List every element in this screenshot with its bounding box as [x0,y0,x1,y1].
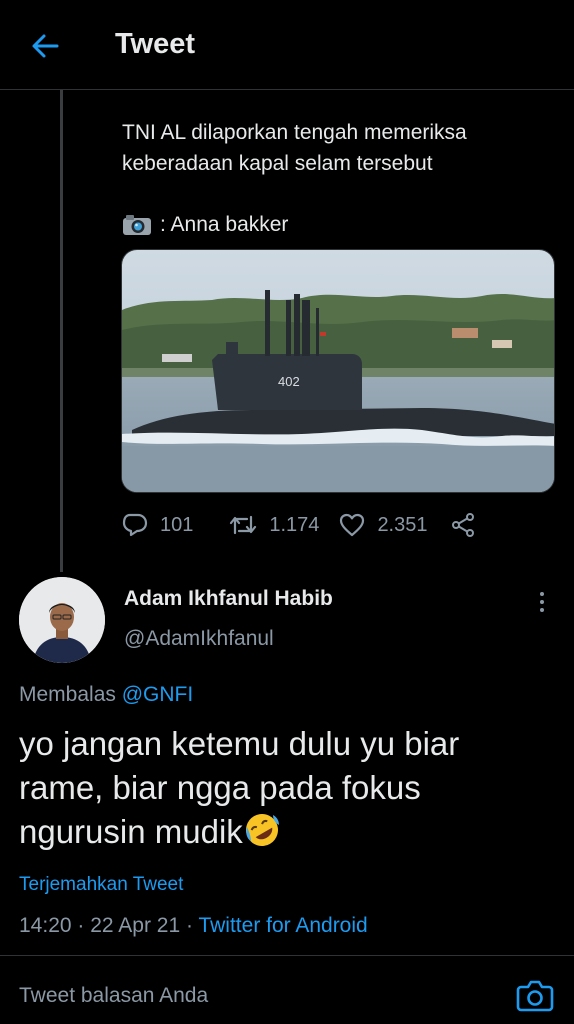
parent-tweet-text: TNI AL dilaporkan tengah memeriksa keber… [122,121,467,175]
camera-icon [516,980,554,1012]
replying-to-link[interactable]: @GNFI [122,683,193,706]
retweet-icon [230,515,257,535]
more-options-button[interactable] [530,590,554,614]
arrow-left-icon [32,34,59,58]
translate-tweet-link[interactable]: Terjemahkan Tweet [19,874,183,896]
page-title: Tweet [115,28,196,60]
tweet-date: 22 Apr 21 [90,914,181,937]
reply-action[interactable]: 101 [122,513,193,537]
hull-number-label: 402 [278,374,300,389]
retweet-action[interactable]: 1.174 [229,513,319,537]
reply-icon [122,513,148,537]
camera-button[interactable] [516,977,554,1013]
tweet-time: 14:20 [19,914,72,937]
camera-emoji-icon [122,214,152,236]
like-count: 2.351 [377,513,428,536]
replying-prefix: Membalas [19,683,116,706]
thread-connector-line [60,90,63,572]
parent-tweet-actions: 101 1.174 2.351 [122,508,476,542]
composer-divider [0,955,574,956]
more-vertical-icon [540,590,544,614]
tweet-metadata: 14:20 · 22 Apr 21 · Twitter for Android [19,914,368,938]
share-action[interactable] [450,513,476,537]
credit-text: : Anna bakker [160,213,289,236]
reply-composer-input[interactable]: Tweet balasan Anda [19,984,208,1008]
tweet-photo-submarine[interactable]: 402 [121,249,555,493]
author-display-name[interactable]: Adam Ikhfanul Habib [124,587,333,611]
parent-tweet-credit: : Anna bakker [122,210,288,240]
back-button[interactable] [28,30,62,62]
retweet-count: 1.174 [269,513,320,536]
tweet-source-link[interactable]: Twitter for Android [198,914,367,937]
replying-to-line: Membalas @GNFI [19,683,193,707]
heart-icon [340,513,365,537]
like-action[interactable]: 2.351 [339,513,428,537]
meta-separator: · [77,914,85,937]
reply-text-body: yo jangan ketemu dulu yu biar rame, biar… [19,725,460,850]
share-icon [451,513,474,537]
tweet-detail-screen: Tweet TNI AL dilaporkan tengah memeriksa… [0,0,574,1024]
avatar[interactable] [19,577,105,663]
reply-count: 101 [160,513,194,536]
rolling-on-floor-laughing-emoji [245,814,279,846]
top-bar: Tweet [0,0,574,90]
reply-tweet-text: yo jangan ketemu dulu yu biar rame, biar… [19,722,539,854]
meta-separator: · [186,914,193,937]
author-handle[interactable]: @AdamIkhfanul [124,627,274,651]
